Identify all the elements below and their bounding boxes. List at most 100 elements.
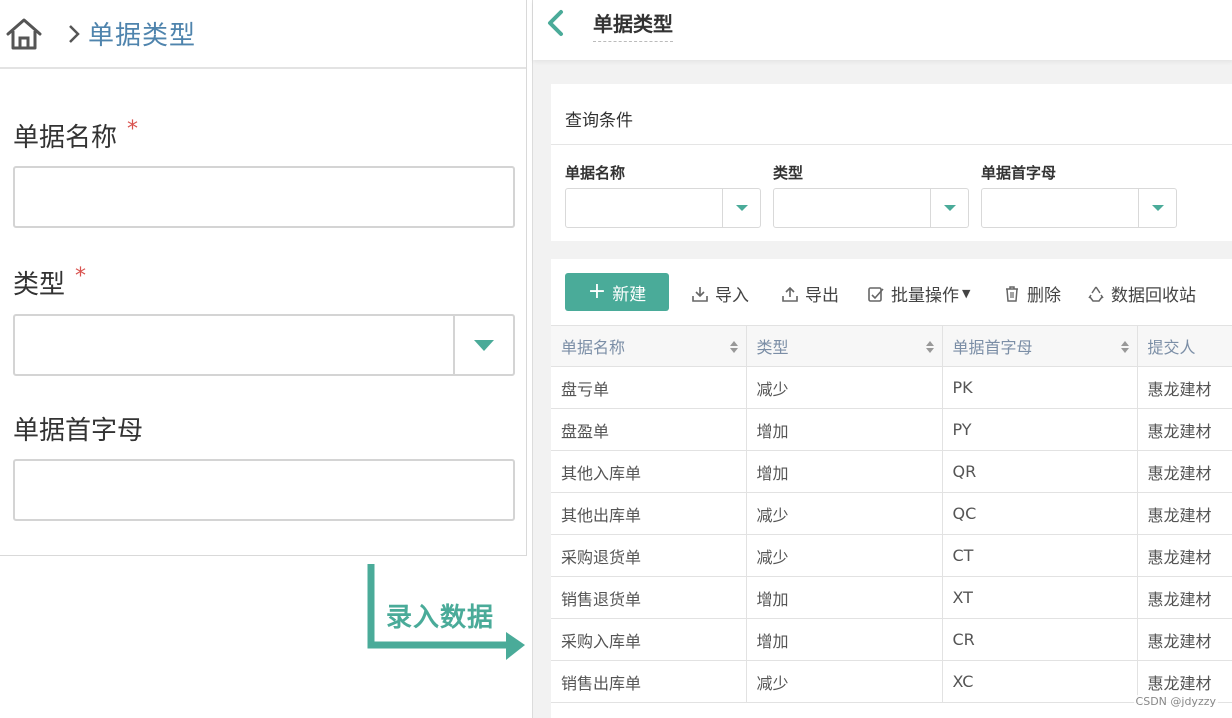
recycle-icon (1088, 286, 1104, 302)
table-row[interactable]: 销售出库单 减少 XC 惠龙建材 (551, 660, 1232, 703)
list-panel: 单据类型 查询条件 单据名称 类型 单据首字母 + 新建 导入 导出 批量操作 … (532, 0, 1232, 718)
column-header[interactable]: 单据名称 (551, 325, 747, 367)
filter-label-type: 类型 (773, 164, 804, 182)
table-cell: PK (942, 366, 1138, 409)
breadcrumb: 单据类型 (0, 0, 526, 69)
data-table: 单据名称 类型 单据首字母 提交人 盘亏单 减少 PK 惠龙建材 盘盈单 增加 PY 惠龙建… (551, 325, 1232, 703)
new-button-label: 新建 (612, 284, 647, 305)
table-row[interactable]: 采购入库单 增加 CR 惠龙建材 (551, 618, 1232, 661)
dropdown-button[interactable] (930, 189, 968, 227)
table-cell: 减少 (746, 534, 943, 577)
table-cell: CR (942, 618, 1138, 661)
field-label-text: 类型 (13, 270, 66, 300)
home-icon[interactable] (4, 14, 44, 54)
column-header-label: 单据首字母 (952, 338, 1033, 357)
delete-button[interactable]: 删除 (1003, 281, 1061, 306)
table-cell: 惠龙建材 (1137, 450, 1232, 493)
arrow-label: 录入数据 (386, 603, 495, 633)
table-cell: XT (942, 576, 1138, 619)
table-cell: 其他入库单 (551, 450, 747, 493)
divider (551, 144, 1232, 145)
breadcrumb-title[interactable]: 单据类型 (88, 15, 196, 52)
query-title: 查询条件 (565, 111, 633, 131)
field-label-type: 类型 * (13, 264, 86, 301)
caret-down-icon (474, 339, 494, 351)
filter-label-name: 单据名称 (565, 164, 626, 182)
batch-operation-button[interactable]: 批量操作 ▼ (867, 281, 970, 306)
filter-initial-select[interactable] (981, 188, 1177, 228)
caret-down-icon (735, 205, 748, 211)
dropdown-button[interactable] (453, 316, 513, 374)
filter-label-initial: 单据首字母 (981, 164, 1057, 182)
trash-icon (1006, 285, 1018, 302)
table-cell: 采购退货单 (551, 534, 747, 577)
column-header-label: 提交人 (1147, 338, 1196, 357)
table-cell: 销售出库单 (551, 660, 747, 703)
column-header[interactable]: 类型 (746, 325, 943, 367)
form-panel: 单据类型 单据名称 * 类型 * 单据首字母 (0, 0, 527, 556)
required-mark: * (75, 264, 87, 289)
filter-type-select[interactable] (773, 188, 969, 228)
checklist-icon (868, 286, 884, 302)
field-label-initial: 单据首字母 (13, 410, 143, 447)
delete-label: 删除 (1027, 286, 1061, 306)
toolbar: + 新建 导入 导出 批量操作 ▼ 删除 数据回收站 (551, 259, 1232, 325)
required-mark: * (127, 117, 139, 142)
table-header-row: 单据名称 类型 单据首字母 提交人 (551, 325, 1232, 367)
field-label-text: 单据名称 (13, 123, 118, 153)
batch-label: 批量操作 (891, 286, 959, 306)
sort-icon[interactable] (925, 341, 934, 353)
table-cell: 减少 (746, 492, 943, 535)
column-header[interactable]: 提交人 (1137, 325, 1232, 367)
export-button[interactable]: 导出 (781, 281, 839, 306)
field-label-name: 单据名称 * (13, 117, 138, 154)
new-button[interactable]: + 新建 (565, 273, 669, 311)
column-header-label: 类型 (756, 338, 789, 357)
sort-icon[interactable] (729, 341, 738, 353)
watermark: CSDN @jdyzzy (1133, 695, 1218, 708)
import-button[interactable]: 导入 (691, 281, 749, 306)
table-cell: 减少 (746, 366, 943, 409)
table-row[interactable]: 盘盈单 增加 PY 惠龙建材 (551, 408, 1232, 451)
import-label: 导入 (715, 286, 749, 306)
import-icon (692, 286, 708, 302)
panel-header: 单据类型 (533, 0, 1232, 60)
table-cell: 减少 (746, 660, 943, 703)
chevron-right-icon (64, 19, 84, 49)
table-cell: 增加 (746, 408, 943, 451)
table-cell: 采购入库单 (551, 618, 747, 661)
column-header[interactable]: 单据首字母 (942, 325, 1138, 367)
plus-icon: + (587, 279, 607, 304)
table-cell: 增加 (746, 450, 943, 493)
caret-down-icon (1151, 205, 1164, 211)
grid-section: + 新建 导入 导出 批量操作 ▼ 删除 数据回收站 单据名称 类型 单据首字母… (551, 259, 1232, 718)
recycle-bin-button[interactable]: 数据回收站 (1087, 281, 1196, 306)
table-cell: QC (942, 492, 1138, 535)
name-input[interactable] (13, 166, 515, 228)
initial-input[interactable] (13, 459, 515, 521)
table-cell: 盘盈单 (551, 408, 747, 451)
table-row[interactable]: 销售退货单 增加 XT 惠龙建材 (551, 576, 1232, 619)
back-icon[interactable] (541, 8, 569, 38)
screen: 单据类型 单据名称 * 类型 * 单据首字母 录入数据 单据类型 查询条件 单据名称 (0, 0, 1232, 718)
table-cell: 惠龙建材 (1137, 576, 1232, 619)
sort-icon[interactable] (1120, 341, 1129, 353)
table-cell: 增加 (746, 618, 943, 661)
table-row[interactable]: 其他出库单 减少 QC 惠龙建材 (551, 492, 1232, 535)
type-select[interactable] (13, 314, 515, 376)
table-cell: CT (942, 534, 1138, 577)
export-label: 导出 (805, 286, 839, 306)
dropdown-button[interactable] (1138, 189, 1176, 227)
table-row[interactable]: 其他入库单 增加 QR 惠龙建材 (551, 450, 1232, 493)
table-row[interactable]: 盘亏单 减少 PK 惠龙建材 (551, 366, 1232, 409)
table-cell: 盘亏单 (551, 366, 747, 409)
export-icon (782, 286, 798, 302)
table-cell: 惠龙建材 (1137, 366, 1232, 409)
table-row[interactable]: 采购退货单 减少 CT 惠龙建材 (551, 534, 1232, 577)
table-cell: QR (942, 450, 1138, 493)
table-cell: 增加 (746, 576, 943, 619)
dropdown-button[interactable] (722, 189, 760, 227)
table-cell: XC (942, 660, 1138, 703)
panel-title: 单据类型 (593, 8, 673, 42)
filter-name-select[interactable] (565, 188, 761, 228)
